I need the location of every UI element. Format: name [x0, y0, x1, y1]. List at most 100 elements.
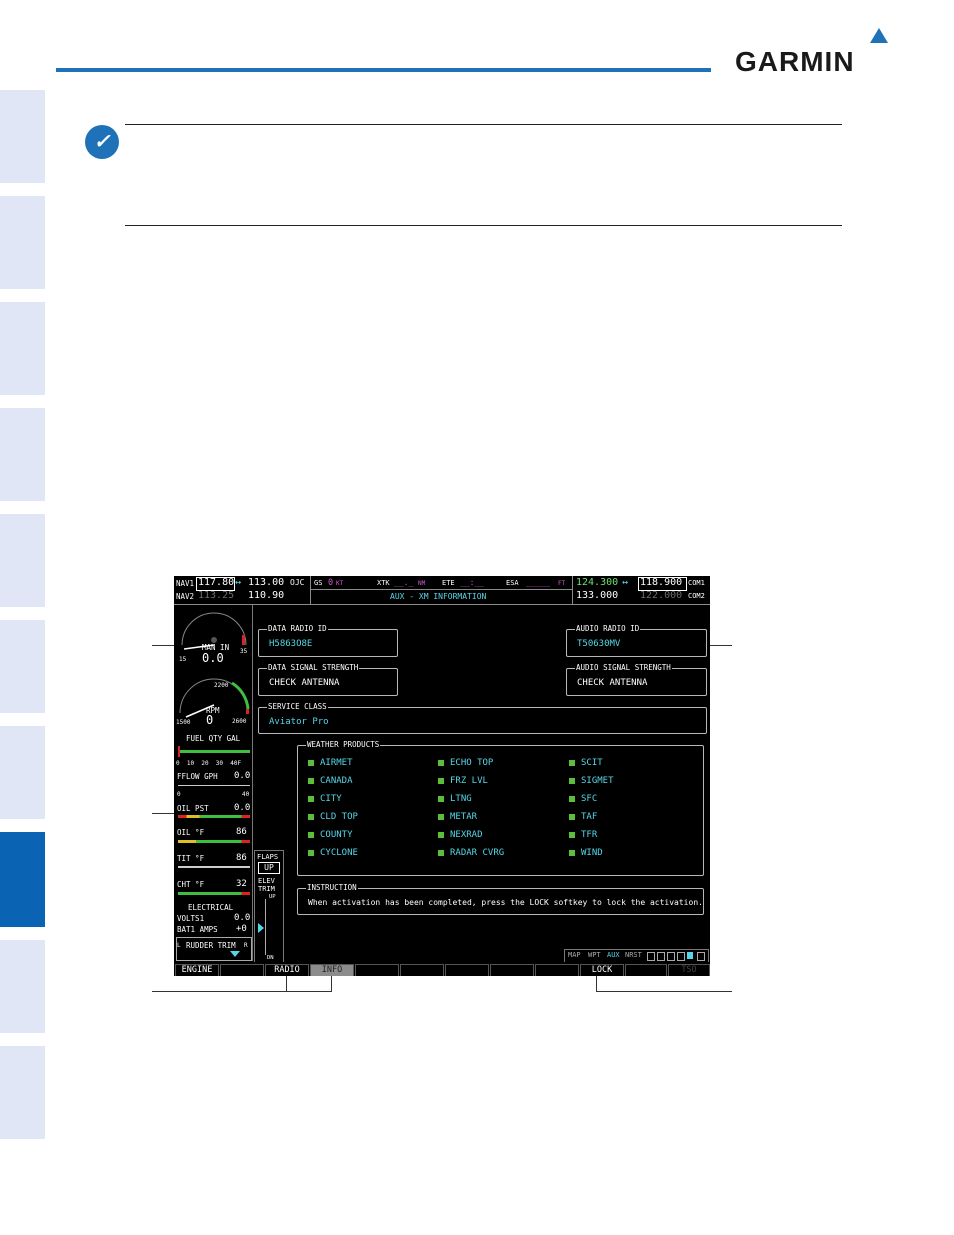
nav1-transfer-arrow[interactable]: ↔ [235, 577, 241, 588]
com2-standby: 122.000 [640, 590, 683, 601]
note-pencil-icon: ✓ [85, 125, 119, 159]
wx-item: ECHO TOP [438, 758, 493, 768]
nav2-standby[interactable]: 110.90 [248, 590, 284, 601]
oil-pst-label: OIL PST [177, 804, 209, 813]
audio-signal-value: CHECK ANTENNA [577, 678, 648, 688]
wx-item: CLD TOP [308, 812, 358, 822]
header-rule [56, 68, 711, 72]
data-signal-panel: DATA SIGNAL STRENGTH CHECK ANTENNA [258, 663, 398, 696]
esa-unit: FT [558, 580, 566, 587]
wx-item: CITY [308, 794, 342, 804]
softkey-lock[interactable]: LOCK [580, 964, 624, 976]
section-tab-1[interactable] [0, 90, 45, 183]
com1-transfer-arrow[interactable]: ↔ [622, 577, 628, 588]
rudder-left: L [177, 942, 181, 949]
volts-value: 0.0 [234, 913, 251, 923]
section-tab-10[interactable] [0, 1046, 45, 1139]
xtk-value: __._ [394, 578, 414, 587]
section-tab-6[interactable] [0, 620, 45, 713]
data-radio-id-value: H5863O8E [269, 639, 313, 649]
service-class-panel: SERVICE CLASS Aviator Pro [258, 702, 707, 734]
wx-item: WIND [569, 848, 603, 858]
amps-label: BAT1 AMPS [177, 925, 218, 934]
wx-item: TFR [569, 830, 597, 840]
softkey-radio[interactable]: RADIO [265, 964, 309, 976]
audio-radio-id-panel: AUDIO RADIO ID T50630MV [566, 624, 707, 657]
trim-label: TRIM [258, 885, 275, 893]
section-tab-5[interactable] [0, 514, 45, 607]
audio-radio-id-label: AUDIO RADIO ID [575, 624, 641, 633]
com2-label: COM2 [688, 592, 705, 600]
service-class-label: SERVICE CLASS [267, 702, 328, 711]
gs-value: 0 [328, 578, 334, 588]
wx-item: COUNTY [308, 830, 353, 840]
wx-item: LTNG [438, 794, 472, 804]
softkey-engine[interactable]: ENGINE [175, 964, 219, 976]
wx-item: RADAR CVRG [438, 848, 504, 858]
wx-item: CYCLONE [308, 848, 358, 858]
instruction-panel: INSTRUCTION When activation has been com… [297, 883, 704, 915]
xtk-label: XTK [377, 579, 390, 587]
fuel-scale: 0 10 20 30 40F [176, 760, 242, 767]
instruction-text: When activation has been completed, pres… [308, 898, 703, 907]
section-tab-8-active[interactable] [0, 832, 45, 927]
rudder-trim-label: RUDDER TRIM [186, 941, 236, 950]
wx-item: NEXRAD [438, 830, 483, 840]
section-tab-3[interactable] [0, 302, 45, 395]
callout-lock-tick [596, 976, 597, 991]
section-tab-2[interactable] [0, 196, 45, 289]
fuel-qty-label: FUEL QTY GAL [186, 734, 241, 743]
callout-radio-tick [286, 976, 287, 991]
callout-lock [596, 991, 732, 992]
xtk-unit: NM [418, 580, 426, 587]
note-top-rule [125, 124, 842, 125]
mfd-screen: NAV1 117.80 ↔ 113.00 OJC NAV2 113.25 110… [174, 576, 710, 976]
cht-value: 32 [236, 879, 247, 889]
softkey-info[interactable]: INFO [310, 964, 354, 976]
wx-item: FRZ LVL [438, 776, 488, 786]
rpm-value: 0 [206, 713, 214, 727]
rpm-2200: 2200 [214, 682, 229, 689]
tit-label: TIT °F [177, 854, 205, 863]
section-tab-4[interactable] [0, 408, 45, 501]
wx-item: CANADA [308, 776, 353, 786]
softkey-11[interactable] [625, 964, 667, 976]
wx-item: SFC [569, 794, 597, 804]
data-signal-label: DATA SIGNAL STRENGTH [267, 663, 360, 672]
nav1-ident: OJC [290, 578, 305, 587]
fflow-value: 0.0 [234, 771, 251, 781]
garmin-logo: GARMIN [735, 46, 855, 77]
softkey-5[interactable] [355, 964, 399, 976]
elev-trim-pointer-icon [258, 923, 264, 933]
top-bar: NAV1 117.80 ↔ 113.00 OJC NAV2 113.25 110… [174, 576, 710, 605]
audio-signal-label: AUDIO SIGNAL STRENGTH [575, 663, 672, 672]
section-tab-7[interactable] [0, 726, 45, 819]
nav2-label: NAV2 [176, 592, 195, 601]
trim-dn-label: DN [267, 955, 274, 961]
softkey-2[interactable] [220, 964, 264, 976]
softkey-8[interactable] [490, 964, 534, 976]
man-in-value: 0.0 [202, 651, 224, 665]
softkey-7[interactable] [445, 964, 489, 976]
instruction-label: INSTRUCTION [306, 883, 358, 892]
nav1-standby[interactable]: 113.00 [248, 577, 284, 588]
softkey-9[interactable] [535, 964, 579, 976]
com1-active: 124.300 [576, 577, 619, 588]
softkey-tso[interactable]: TSO [668, 964, 710, 976]
ete-value: __:__ [460, 578, 485, 587]
flaps-label: FLAPS [257, 853, 279, 861]
page-group-aux: AUX [607, 951, 620, 959]
page-group-indicator: MAP WPT AUX NRST [564, 949, 709, 963]
audio-signal-panel: AUDIO SIGNAL STRENGTH CHECK ANTENNA [566, 663, 707, 696]
section-tab-9[interactable] [0, 940, 45, 1033]
gs-unit: KT [336, 580, 344, 587]
fflow-label: FFLOW GPH [177, 772, 218, 781]
flaps-value: UP [258, 862, 280, 874]
esa-label: ESA [506, 579, 519, 587]
com1-standby: 118.900 [640, 577, 683, 588]
wx-item: METAR [438, 812, 477, 822]
com2-active: 133.000 [576, 590, 619, 601]
volts-label: VOLTS1 [177, 914, 205, 923]
fflow-high: 40 [242, 791, 250, 798]
softkey-6[interactable] [400, 964, 444, 976]
